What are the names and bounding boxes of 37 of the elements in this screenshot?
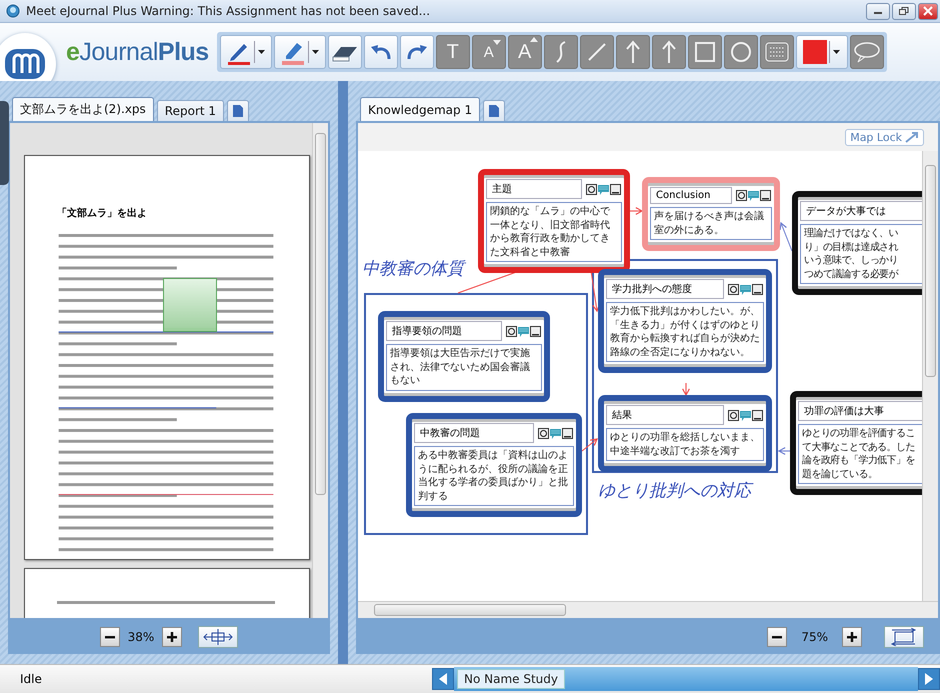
document-tab[interactable]: 文部ムラを出よ(2).xps	[12, 97, 154, 121]
zoom-level: 75%	[801, 630, 828, 644]
concept-node[interactable]: 主題 閉鎖的な「ムラ」の中心で一体となり、旧文部省時代から教育行政を動かしてきた文科省と中教審	[478, 169, 630, 273]
map-lock-button[interactable]: Map Lock	[845, 128, 924, 146]
handwritten-label: ゆとり批判への対応	[598, 479, 751, 502]
study-tab[interactable]: No Name Study	[457, 669, 565, 689]
zoom-level: 38%	[128, 630, 154, 644]
status-text: Idle	[20, 672, 43, 686]
node-text: 理論だけではなく、い り」の目標は達成され いう意味で、しっかり つめて議論する必要が	[800, 224, 922, 284]
concept-node[interactable]: Conclusion 声を届けるべき声は会議室の外にある。	[642, 177, 780, 251]
node-text: 指導要領は大臣告示だけで実施され、法律でないため国会審議もない	[386, 344, 542, 390]
handwritten-label: 中教審の体質	[362, 257, 464, 280]
node-title: 功罪の評価は大事	[798, 401, 922, 421]
document-tab[interactable]: Report 1	[156, 100, 224, 121]
node-text: ある中教審委員は「資料は山のように配られるが、役所の議論を正当化する学者の委員ばかり」と批判する	[414, 446, 574, 506]
node-title: 学力批判への態度	[606, 279, 724, 299]
node-title: Conclusion	[650, 187, 732, 204]
concept-node[interactable]: 指導要領の問題 指導要領は大臣告示だけで実施され、法律でないため国会審議もない	[378, 311, 550, 402]
map-tab[interactable]: Knowledgemap 1	[360, 97, 480, 121]
node-text: ゆとりの功罪を評価するこ て大事なことである。した 論を政府も「学力低下」を 題を論じている。	[798, 424, 922, 484]
window-title: Meet eJournal Plus Warning: This Assignment has not been saved...	[26, 4, 430, 18]
concept-node[interactable]: 功罪の評価は大事 ゆとりの功罪を評価するこ て大事なことである。した 論を政府も「学力低下」を 題を論じている。	[790, 391, 922, 495]
node-title: データが大事では	[800, 201, 922, 221]
node-text: ゆとりの功罪を総括しないまま、中途半端な改訂でお茶を濁す	[606, 428, 764, 461]
brand-name: eJournalPlus	[66, 38, 209, 66]
node-title: 主題	[486, 179, 582, 199]
concept-node[interactable]: 中教審の問題 ある中教審委員は「資料は山のように配られるが、役所の議論を正当化する学者の委員ばかり」と批判する	[406, 413, 582, 517]
node-title: 結果	[606, 405, 724, 425]
concept-node[interactable]: 結果 ゆとりの功罪を総括しないまま、中途半端な改訂でお茶を濁す	[598, 395, 772, 472]
node-title: 中教審の問題	[414, 423, 534, 443]
node-text: 学力低下批判はかわしたい。が、「生きる力」が付くはずのゆとり教育から転換すれば自らが決めた路線の全否定になりかねない。	[606, 302, 764, 362]
concept-node[interactable]: データが大事では 理論だけではなく、い り」の目標は達成され いう意味で、しっかり つめて議論する必要が	[792, 191, 922, 295]
document-heading: 「文部ムラ」を出よ	[57, 206, 147, 220]
node-text: 閉鎖的な「ムラ」の中心で一体となり、旧文部省時代から教育行政を動かしてきた文科省と中教審	[486, 202, 622, 262]
node-text: 声を届けるべき声は会議室の外にある。	[650, 207, 772, 240]
node-title: 指導要領の問題	[386, 321, 502, 341]
concept-node[interactable]: 学力批判への態度 学力低下批判はかわしたい。が、「生きる力」が付くはずのゆとり教育から転換すれば自らが決めた路線の全否定になりかねない。	[598, 269, 772, 373]
